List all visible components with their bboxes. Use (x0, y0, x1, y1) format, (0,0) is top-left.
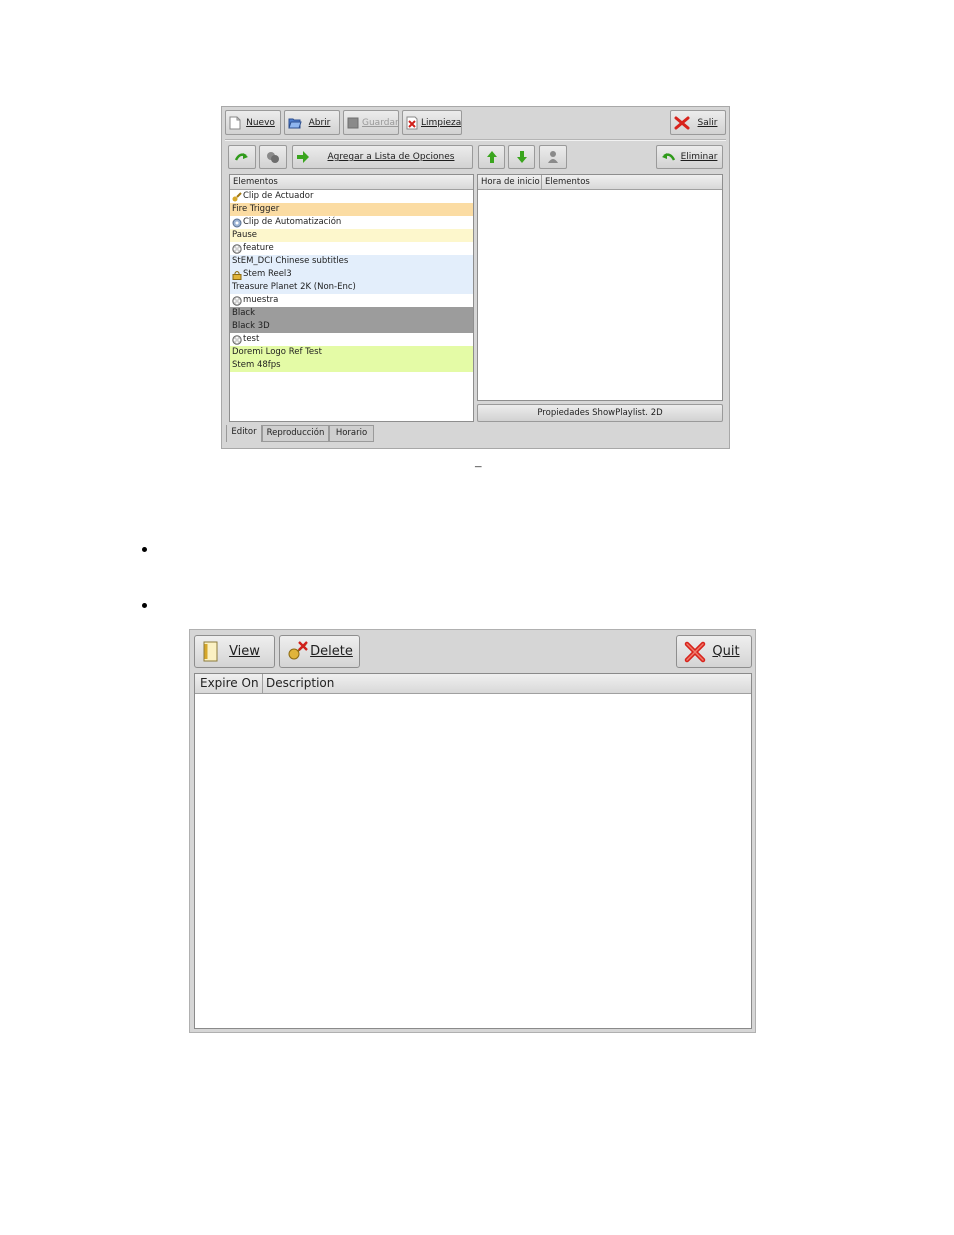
expire-on-column-header[interactable]: Expire On (195, 674, 263, 693)
list-item[interactable]: muestra (230, 294, 473, 307)
open-button[interactable]: Abrir (284, 110, 340, 135)
delete-button[interactable]: Delete (279, 635, 360, 668)
playlist-editor-screenshot: Nuevo Abrir Guardar Limpieza Salir Agreg… (221, 106, 730, 449)
green-up-arrow-icon (486, 150, 498, 164)
quit-button-label: Quit (712, 644, 740, 659)
clean-button-label: Limpieza (421, 117, 462, 128)
user-button[interactable] (539, 145, 567, 169)
expiry-table-header: Expire On Description (195, 674, 751, 694)
exit-button-label: Salir (697, 117, 718, 128)
key-icon (232, 191, 242, 202)
list-item-label: Clip de Automatización (243, 217, 342, 227)
list-item-label: Doremi Logo Ref Test (232, 347, 322, 357)
group-button[interactable] (259, 145, 287, 169)
view-button[interactable]: View (194, 635, 275, 668)
film-reel-icon (232, 295, 242, 306)
open-folder-icon (288, 116, 302, 130)
film-reel-icon (232, 334, 242, 345)
green-down-arrow-icon (516, 150, 528, 164)
list-item[interactable]: Stem 48fps (230, 359, 473, 372)
tab-playback[interactable]: Reproducción (262, 425, 329, 442)
delete-key-icon (286, 640, 310, 664)
close-x-icon (683, 640, 707, 664)
list-item[interactable]: Pause (230, 229, 473, 242)
toolbar-separator (225, 139, 726, 141)
green-curved-back-arrow-icon (660, 150, 676, 164)
tab-schedule[interactable]: Horario (329, 425, 374, 442)
list-item-label: Stem Reel3 (243, 269, 292, 279)
clean-button[interactable]: Limpieza (402, 110, 462, 135)
film-reel-icon (232, 243, 242, 254)
move-up-button[interactable] (478, 145, 505, 169)
bullet-point (142, 603, 147, 608)
bullet-point (142, 547, 147, 552)
list-item-label: feature (243, 243, 274, 253)
view-button-label: View (229, 644, 260, 659)
list-item[interactable]: Doremi Logo Ref Test (230, 346, 473, 359)
caption-dash: – (475, 458, 482, 473)
list-item-label: Black (232, 308, 255, 318)
new-button[interactable]: Nuevo (225, 110, 281, 135)
add-to-list-button[interactable]: Agregar a Lista de Opciones (292, 145, 473, 169)
list-item[interactable]: Treasure Planet 2K (Non-Enc) (230, 281, 473, 294)
gray-circles-icon (265, 150, 281, 164)
list-item-label: Treasure Planet 2K (Non-Enc) (232, 282, 356, 292)
expiry-dialog-screenshot: View Delete Quit Expire On Description (189, 629, 756, 1033)
save-button[interactable]: Guardar (343, 110, 399, 135)
list-item-label: Fire Trigger (232, 204, 280, 214)
list-item[interactable]: Stem Reel3 (230, 268, 473, 281)
list-item-label: test (243, 334, 260, 344)
move-down-button[interactable] (508, 145, 535, 169)
start-time-column-header[interactable]: Hora de inicio (478, 175, 542, 189)
list-item-label: Clip de Actuador (243, 191, 314, 201)
clear-document-icon (406, 116, 418, 130)
redo-arrow-button[interactable] (228, 145, 256, 169)
lock-icon (232, 270, 242, 280)
list-item[interactable]: Black 3D (230, 320, 473, 333)
tab-editor[interactable]: Editor (226, 425, 262, 442)
remove-button-label: Eliminar (680, 152, 718, 162)
green-right-arrow-icon (296, 150, 310, 164)
expiry-table[interactable]: Expire On Description (194, 673, 752, 1029)
list-item[interactable]: Black (230, 307, 473, 320)
playlist-table-header: Hora de inicio Elementos (478, 175, 722, 190)
gear-icon (232, 218, 242, 228)
playlist-table[interactable]: Hora de inicio Elementos (477, 174, 723, 401)
list-item-label: muestra (243, 295, 279, 305)
delete-button-label: Delete (310, 644, 353, 659)
new-document-icon (229, 116, 241, 130)
list-item[interactable]: feature (230, 242, 473, 255)
save-disk-icon (347, 116, 359, 130)
elements-list[interactable]: Elementos Clip de Actuador Fire Trigger Cl… (229, 174, 474, 422)
list-item-label: Black 3D (232, 321, 270, 331)
list-item[interactable]: Fire Trigger (230, 203, 473, 216)
elements-column-header-right[interactable]: Elementos (542, 175, 642, 189)
gray-person-icon (547, 150, 559, 164)
list-item[interactable]: Clip de Automatización (230, 216, 473, 229)
description-column-header[interactable]: Description (263, 674, 749, 693)
list-item[interactable]: test (230, 333, 473, 346)
save-button-label: Guardar (362, 117, 399, 128)
add-to-list-label: Agregar a Lista de Opciones (327, 152, 455, 162)
remove-button[interactable]: Eliminar (656, 145, 723, 169)
close-x-icon (674, 116, 690, 130)
green-curved-arrow-icon (234, 150, 250, 164)
list-item-label: Stem 48fps (232, 360, 281, 370)
view-document-icon (201, 640, 221, 664)
exit-button[interactable]: Salir (670, 110, 726, 135)
list-item[interactable]: StEM_DCI Chinese subtitles (230, 255, 473, 268)
properties-button[interactable]: Propiedades ShowPlaylist. 2D (477, 404, 723, 422)
list-item[interactable]: Clip de Actuador (230, 190, 473, 203)
quit-button[interactable]: Quit (676, 635, 752, 668)
new-button-label: Nuevo (246, 117, 275, 128)
elements-column-header[interactable]: Elementos (230, 175, 473, 190)
list-item-label: StEM_DCI Chinese subtitles (232, 256, 349, 266)
properties-button-label: Propiedades ShowPlaylist. 2D (537, 408, 663, 418)
list-item-label: Pause (232, 230, 257, 240)
open-button-label: Abrir (308, 117, 331, 128)
